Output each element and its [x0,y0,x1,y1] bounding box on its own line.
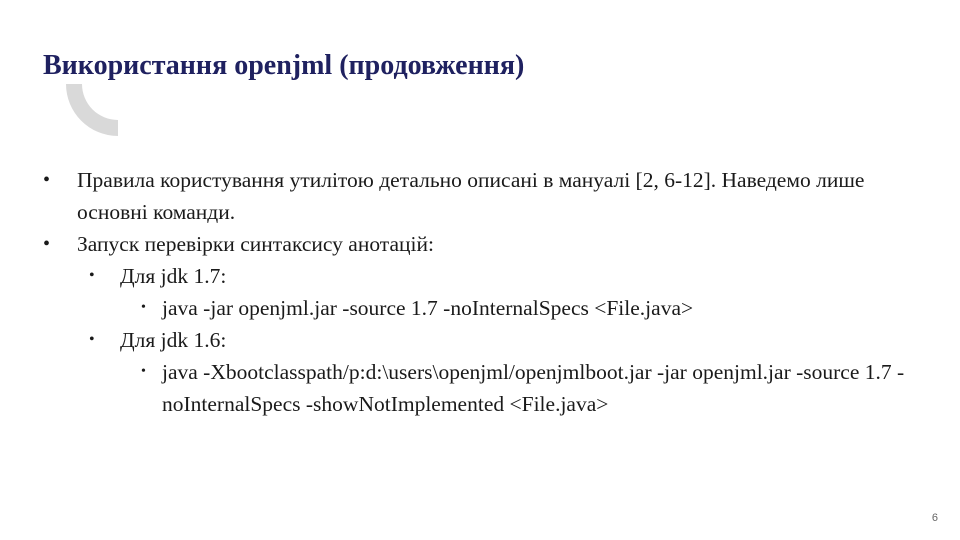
bullet-dot-icon: • [141,364,146,379]
sub-bullet-item: • Для jdk 1.6: [43,324,923,356]
sub-bullet-text: Для jdk 1.6: [120,328,227,352]
sub-sub-bullet-item: • java -Xbootclasspath/p:d:\users\openjm… [43,356,923,420]
slide: Використання openjml (продовження) • Пра… [0,0,960,540]
slide-title: Використання openjml (продовження) [43,50,525,81]
command-text: java -jar openjml.jar -source 1.7 -noInt… [162,296,694,320]
bullet-item: • Запуск перевірки синтаксису анотацій: [43,228,923,260]
bullet-item: • Правила користування утилітою детально… [43,164,923,228]
sub-bullet-item: • Для jdk 1.7: [43,260,923,292]
sub-sub-bullet-item: • java -jar openjml.jar -source 1.7 -noI… [43,292,923,324]
bullet-dot-icon: • [43,233,51,255]
bullet-dot-icon: • [43,169,51,191]
slide-content: • Правила користування утилітою детально… [43,164,923,420]
bullet-text: Правила користування утилітою детально о… [77,168,865,224]
bullet-dot-icon: • [141,300,146,315]
sub-bullet-text: Для jdk 1.7: [120,264,227,288]
bullet-dot-icon: • [89,267,95,284]
corner-arc-decoration [66,84,118,136]
page-number: 6 [931,512,938,524]
command-text: java -Xbootclasspath/p:d:\users\openjml/… [162,360,905,416]
bullet-dot-icon: • [89,331,95,348]
bullet-text: Запуск перевірки синтаксису анотацій: [77,232,434,256]
